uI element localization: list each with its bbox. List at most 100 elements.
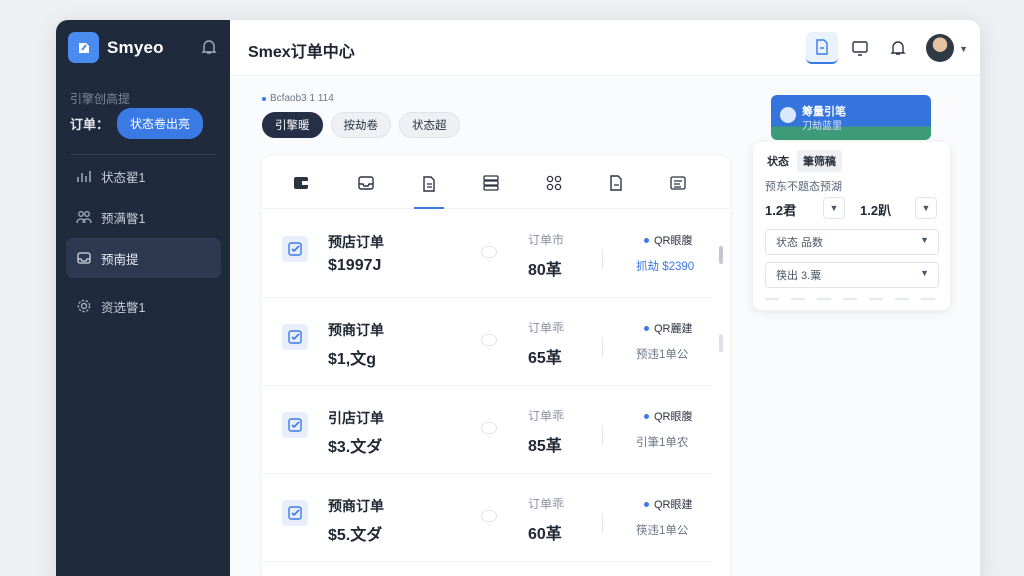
panel-tab-status[interactable]: 状态 (763, 150, 793, 172)
sidebar-item-settings[interactable]: 资选瞥1 (66, 286, 221, 326)
sidebar-item-status[interactable]: 状态翟1 (66, 156, 221, 196)
sidebar-item-label: 资选瞥1 (101, 300, 146, 315)
tab-inbox[interactable] (351, 168, 381, 198)
sidebar-item-active[interactable]: 预南提 (66, 238, 221, 278)
order-name: 预商订单 (328, 498, 384, 514)
panel-divider (765, 298, 939, 300)
chart-bars-icon (77, 171, 91, 182)
qty-value: 80革 (528, 262, 562, 279)
page-title: Smex订单中心 (248, 44, 355, 61)
qty-value: 60革 (528, 526, 562, 543)
row-toggle[interactable] (481, 246, 497, 258)
status-dot-icon (644, 501, 649, 507)
row-toggle[interactable] (481, 334, 497, 346)
order-name: 预店订单 (328, 234, 384, 250)
row-subtext: 筷违1单公 (636, 525, 689, 537)
table-row[interactable]: 引店订单 $3.文ダ 订单乖 85革 QR眼腹 引筆1单农 (262, 386, 712, 474)
stack-icon (483, 175, 499, 191)
people-icon (76, 211, 92, 224)
qty-label: 订单乖 (528, 497, 565, 511)
notifications-button[interactable] (882, 32, 914, 64)
breadcrumb-dot-icon (262, 96, 266, 101)
sidebar-bell-icon[interactable] (200, 38, 220, 58)
order-price: $5.文ダ (328, 527, 383, 544)
orders-card: 预店订单 $1997J 订单市 80革 QR眼腹 抓劫 $2390 预商订单 $… (262, 156, 730, 576)
document-edit-icon (816, 39, 828, 55)
panel-tab-filter[interactable]: 筆筛稿 (797, 150, 842, 172)
status-text: QR眼腹 (654, 411, 693, 423)
qty-value: 65革 (528, 350, 562, 367)
tab-grid[interactable] (539, 168, 569, 198)
monitor-button[interactable] (844, 32, 876, 64)
status-dot-icon (644, 237, 649, 243)
qty-label: 订单市 (528, 233, 565, 247)
brand[interactable]: Smyeo (68, 32, 164, 63)
row-subtext[interactable]: 抓劫 $2390 (636, 258, 694, 274)
order-check-icon[interactable] (282, 500, 308, 526)
table-row[interactable]: 预店订单 $1997J 订单市 80革 QR眼腹 抓劫 $2390 (262, 210, 712, 298)
tab-list[interactable] (663, 168, 693, 198)
status-badge: QR眼腹 (644, 408, 693, 424)
row-divider (602, 426, 603, 444)
table-row[interactable]: 预商订单 $5.文ダ 订单乖 60革 QR眼建 筷违1单公 (262, 474, 712, 562)
status-text: QR眼腹 (654, 235, 693, 247)
status-text: QR眼建 (654, 499, 693, 511)
tab-wallet[interactable] (286, 168, 316, 198)
brand-logo-icon (68, 32, 99, 63)
breadcrumb-text: Bcfaob3 1 114 (270, 93, 334, 104)
panel-tabs: 状态 筆筛稿 (763, 150, 842, 172)
bell-icon (890, 41, 906, 55)
status-badge: QR麗建 (644, 320, 693, 336)
sidebar-item-label: 预南提 (101, 252, 139, 267)
order-check-icon[interactable] (282, 324, 308, 350)
user-avatar[interactable] (926, 34, 954, 62)
chevron-down-icon[interactable]: ▼ (915, 197, 937, 219)
chip-sort[interactable]: 按劫卷 (330, 112, 391, 138)
file-icon (610, 175, 622, 191)
row-toggle[interactable] (481, 422, 497, 434)
order-check-icon[interactable] (282, 236, 308, 262)
document-icon (423, 176, 435, 192)
scrollbar-thumb[interactable] (719, 246, 723, 264)
chevron-down-icon: ▼ (920, 235, 929, 245)
tab-stack[interactable] (476, 168, 506, 198)
sidebar-section-title: 引擎创高提 (70, 92, 131, 106)
chevron-down-icon[interactable]: ▼ (823, 197, 845, 219)
panel-value-left: 1.2君 (765, 203, 797, 218)
sidebar-filter-label: 订单： (70, 117, 110, 132)
filter-panel: 状态 筆筛稿 预东不题态预湖 1.2君 ▼ 1.2趴 ▼ 状态 品数 ▼ 筷出 … (753, 142, 950, 310)
promo-gear-icon (780, 107, 796, 123)
select-value: 筷出 3.粟 (776, 270, 822, 282)
chip-engine[interactable]: 引擎暖 (262, 112, 323, 138)
row-toggle[interactable] (481, 510, 497, 522)
tab-documents[interactable] (414, 168, 444, 209)
sidebar-item-forecast[interactable]: 预满瞥1 (66, 197, 221, 237)
panel-select-2[interactable]: 筷出 3.粟 ▼ (765, 262, 939, 288)
sidebar-filter: 订单： 状态卷出亮 (70, 108, 204, 139)
status-badge: QR眼腹 (644, 232, 693, 248)
tab-file[interactable] (601, 168, 631, 198)
qty-value: 85革 (528, 438, 562, 455)
qty-label: 订单乖 (528, 321, 565, 335)
brand-name: Smyeo (107, 37, 164, 57)
wallet-icon (294, 177, 308, 189)
chevron-down-icon[interactable]: ▼ (959, 44, 968, 54)
panel-label: 预东不题态预湖 (765, 181, 842, 193)
sidebar-filter-pill[interactable]: 状态卷出亮 (117, 108, 204, 139)
chip-status[interactable]: 状态超 (399, 112, 460, 138)
sidebar-item-label: 预满瞥1 (101, 211, 146, 226)
scrollbar-thumb-secondary[interactable] (719, 334, 723, 352)
promo-banner[interactable]: 筹量引笔 刀劫蓝里 (771, 95, 931, 140)
status-badge: QR眼建 (644, 496, 693, 512)
top-header: Smex订单中心 ▼ (230, 20, 980, 76)
status-dot-icon (644, 325, 649, 331)
inbox-tray-icon (358, 176, 374, 190)
table-row[interactable]: 预商订单 $1,文g 订单乖 65革 QR麗建 预违1单公 (262, 298, 712, 386)
orders-nav-button[interactable] (806, 32, 838, 64)
status-text: QR麗建 (654, 323, 693, 335)
order-check-icon[interactable] (282, 412, 308, 438)
panel-select-1[interactable]: 状态 品数 ▼ (765, 229, 939, 255)
list-icon (670, 176, 686, 190)
inbox-icon (77, 252, 91, 264)
breadcrumb: Bcfaob3 1 114 (262, 93, 334, 104)
